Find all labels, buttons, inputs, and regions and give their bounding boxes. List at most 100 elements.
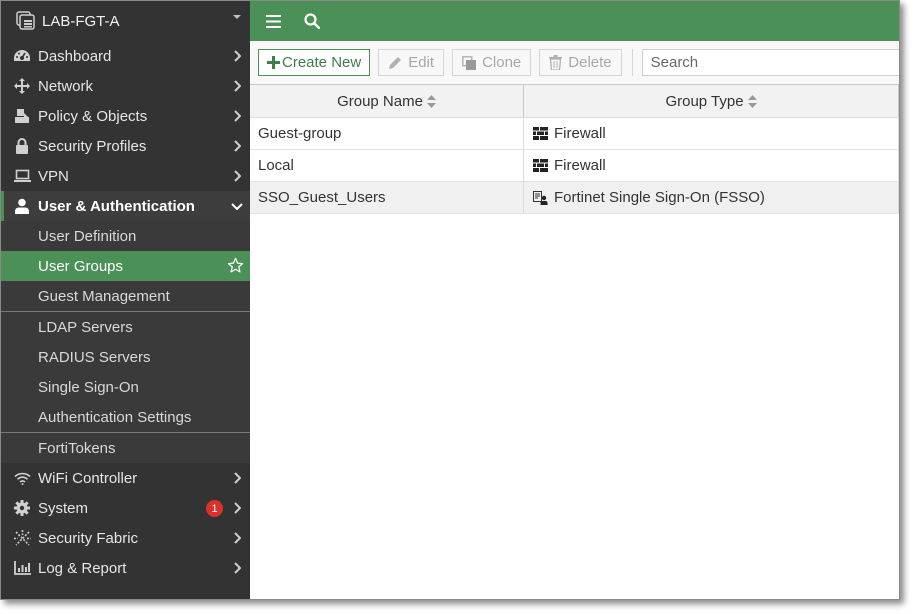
top-bar	[250, 1, 899, 41]
cell-group-type: Firewall	[524, 118, 899, 149]
fabric-icon	[13, 529, 31, 547]
chevron-right-icon	[234, 562, 241, 574]
sidebar-item-security-profiles[interactable]: Security Profiles	[1, 131, 250, 161]
edit-label: Edit	[408, 54, 435, 71]
sidebar-subitem-label: Guest Management	[38, 287, 170, 305]
column-header-label: Group Name	[337, 92, 423, 110]
sidebar-subitem-label: User Definition	[38, 227, 137, 245]
notification-badge: 1	[206, 500, 223, 517]
sidebar-item-label: Network	[38, 77, 94, 95]
laptop-icon	[13, 167, 31, 185]
sidebar-item-policy-objects[interactable]: Policy & Objects	[1, 101, 250, 131]
sidebar-item-label: Security Fabric	[38, 529, 139, 547]
search-input[interactable]	[641, 49, 899, 76]
table-row[interactable]: SSO_Guest_Users Fortinet Single Sign-On …	[250, 182, 899, 214]
sidebar-item-network[interactable]: Network	[1, 71, 250, 101]
column-header-group-name[interactable]: Group Name	[250, 85, 524, 117]
cell-group-name: Guest-group	[250, 118, 524, 149]
sidebar-subitem-label: RADIUS Servers	[38, 348, 151, 366]
sidebar-item-label: Dashboard	[38, 47, 112, 65]
column-header-group-type[interactable]: Group Type	[524, 85, 899, 117]
table-row[interactable]: Guest-group Firewall	[250, 118, 899, 150]
chevron-right-icon	[234, 140, 241, 152]
device-icon	[16, 11, 35, 30]
clone-icon	[462, 55, 477, 70]
sort-icon	[426, 94, 436, 108]
create-new-button[interactable]: Create New	[258, 49, 371, 76]
edit-button[interactable]: Edit	[378, 49, 445, 76]
wifi-icon	[13, 469, 31, 487]
sidebar-item-wifi-controller[interactable]: WiFi Controller	[1, 463, 250, 493]
sidebar-subitem-user-definition[interactable]: User Definition	[1, 221, 250, 251]
sidebar-subitem-label: LDAP Servers	[38, 318, 133, 336]
chevron-right-icon	[234, 472, 241, 484]
chevron-right-icon	[234, 532, 241, 544]
chart-icon	[13, 559, 31, 577]
cell-group-name: SSO_Guest_Users	[250, 182, 524, 213]
clone-button[interactable]: Clone	[452, 49, 532, 76]
menu-toggle-button[interactable]	[263, 11, 283, 31]
global-search-button[interactable]	[302, 11, 322, 31]
table-header: Group Name Group Type	[250, 85, 899, 118]
group-type-label: Fortinet Single Sign-On (FSSO)	[554, 189, 765, 206]
chevron-right-icon	[234, 110, 241, 122]
firewall-icon	[533, 159, 548, 172]
sidebar: LAB-FGT-A Dashboard Network Policy & Obj…	[1, 1, 250, 599]
sidebar-item-dashboard[interactable]: Dashboard	[1, 41, 250, 71]
user-icon	[13, 197, 31, 215]
sidebar-item-user-authentication[interactable]: User & Authentication	[1, 191, 250, 221]
sidebar-item-security-fabric[interactable]: Security Fabric	[1, 523, 250, 553]
caret-down-icon	[233, 15, 241, 19]
cell-group-name: Local	[250, 150, 524, 181]
sidebar-item-label: Security Profiles	[38, 137, 147, 155]
sidebar-item-label: Policy & Objects	[38, 107, 148, 125]
sidebar-subitem-authentication-settings[interactable]: Authentication Settings	[1, 402, 250, 432]
search-icon	[304, 13, 320, 29]
sidebar-item-system[interactable]: System 1	[1, 493, 250, 523]
sidebar-subitem-fortitokens[interactable]: FortiTokens	[1, 433, 250, 463]
sidebar-subitem-radius-servers[interactable]: RADIUS Servers	[1, 342, 250, 372]
sidebar-item-label: WiFi Controller	[38, 469, 138, 487]
sidebar-item-label: User & Authentication	[38, 197, 195, 215]
sidebar-subitem-single-sign-on[interactable]: Single Sign-On	[1, 372, 250, 402]
sidebar-subitem-label: Single Sign-On	[38, 378, 139, 396]
chevron-right-icon	[234, 80, 241, 92]
clone-label: Clone	[482, 54, 522, 71]
sidebar-item-label: System	[38, 499, 89, 517]
pencil-icon	[388, 56, 402, 70]
sidebar-item-label: Log & Report	[38, 559, 127, 577]
toolbar: Create New Edit Clone Delete	[250, 41, 899, 84]
table-row[interactable]: Local Firewall	[250, 150, 899, 182]
sidebar-subitem-ldap-servers[interactable]: LDAP Servers	[1, 312, 250, 342]
device-selector[interactable]: LAB-FGT-A	[1, 1, 250, 41]
network-move-icon	[13, 77, 31, 95]
fortigate-window: LAB-FGT-A Dashboard Network Policy & Obj…	[0, 0, 900, 600]
trash-icon	[549, 55, 563, 70]
hamburger-icon	[265, 14, 281, 28]
policy-icon	[13, 107, 31, 125]
delete-label: Delete	[568, 54, 612, 71]
sidebar-item-vpn[interactable]: VPN	[1, 161, 250, 191]
group-type-label: Firewall	[554, 157, 606, 174]
chevron-right-icon	[234, 50, 241, 62]
sidebar-item-label: VPN	[38, 167, 69, 185]
sidebar-item-log-report[interactable]: Log & Report	[1, 553, 250, 583]
cell-group-type: Firewall	[524, 150, 899, 181]
cell-group-type: Fortinet Single Sign-On (FSSO)	[524, 182, 899, 213]
toolbar-separator	[631, 49, 633, 76]
sort-icon	[747, 94, 757, 108]
chevron-right-icon	[234, 502, 241, 514]
column-header-label: Group Type	[665, 92, 744, 110]
sidebar-subitem-user-groups[interactable]: User Groups	[1, 251, 250, 281]
user-groups-table: Group Name Group Type Guest-group Firewa…	[250, 84, 899, 214]
delete-button[interactable]: Delete	[539, 49, 622, 76]
create-new-label: Create New	[282, 54, 362, 71]
sidebar-subitem-label: User Groups	[38, 257, 124, 275]
lock-icon	[13, 137, 31, 155]
favorite-star-icon[interactable]	[227, 257, 244, 274]
gear-icon	[13, 499, 31, 517]
chevron-right-icon	[234, 170, 241, 182]
sidebar-subitem-guest-management[interactable]: Guest Management	[1, 281, 250, 311]
group-type-label: Firewall	[554, 125, 606, 142]
fsso-icon	[533, 190, 548, 205]
